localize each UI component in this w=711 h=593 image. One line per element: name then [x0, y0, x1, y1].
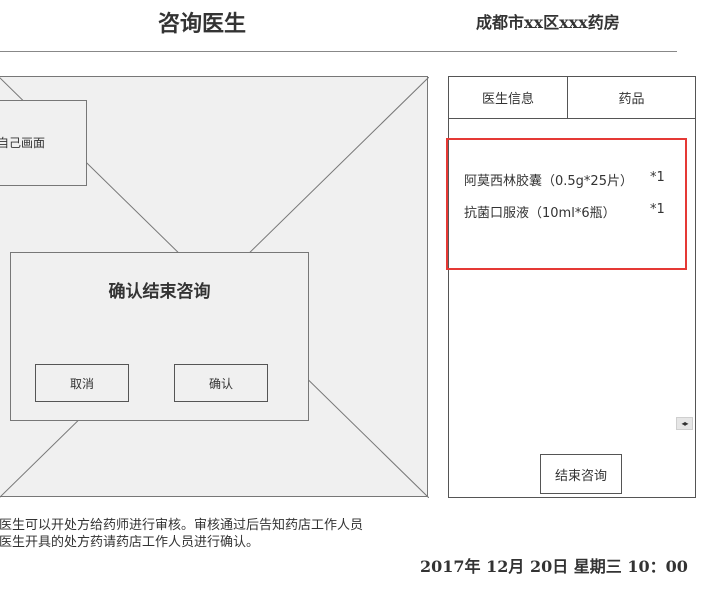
pharmacy-name: 成都市xx区xxx药房 — [476, 13, 620, 32]
datetime-display: 2017年 12月 20日 星期三 10：00 — [420, 557, 688, 576]
header-divider — [0, 51, 677, 52]
tab-drugs[interactable]: 药品 — [568, 77, 695, 119]
self-view-label: 自己画面 — [0, 136, 46, 150]
note-line-2: 医生开具的处方药请药店工作人员进行确认。 — [0, 535, 260, 550]
drug-quantity: *1 — [650, 202, 665, 217]
cancel-button[interactable]: 取消 — [35, 364, 129, 402]
self-video-view: 自己画面 — [0, 100, 87, 186]
prescription-list: 阿莫西林胶囊（0.5g*25片） *1 抗菌口服液（10ml*6瓶） *1 — [446, 138, 687, 270]
end-consult-button[interactable]: 结束咨询 — [540, 454, 622, 494]
left-right-arrows-icon[interactable]: ◂▸ — [676, 417, 693, 430]
dialog-title: 确认结束咨询 — [108, 282, 211, 302]
drug-name: 抗菌口服液（10ml*6瓶） — [464, 206, 616, 221]
drug-quantity: *1 — [650, 170, 665, 185]
list-item: 抗菌口服液（10ml*6瓶） — [464, 202, 616, 221]
drug-name: 阿莫西林胶囊（0.5g*25片） — [464, 174, 633, 189]
page-title: 咨询医生 — [158, 11, 247, 37]
end-consult-dialog: 确认结束咨询 取消 确认 — [10, 252, 309, 421]
confirm-button[interactable]: 确认 — [174, 364, 268, 402]
list-item: 阿莫西林胶囊（0.5g*25片） — [464, 170, 633, 189]
tab-doctor-info[interactable]: 医生信息 — [449, 77, 568, 119]
